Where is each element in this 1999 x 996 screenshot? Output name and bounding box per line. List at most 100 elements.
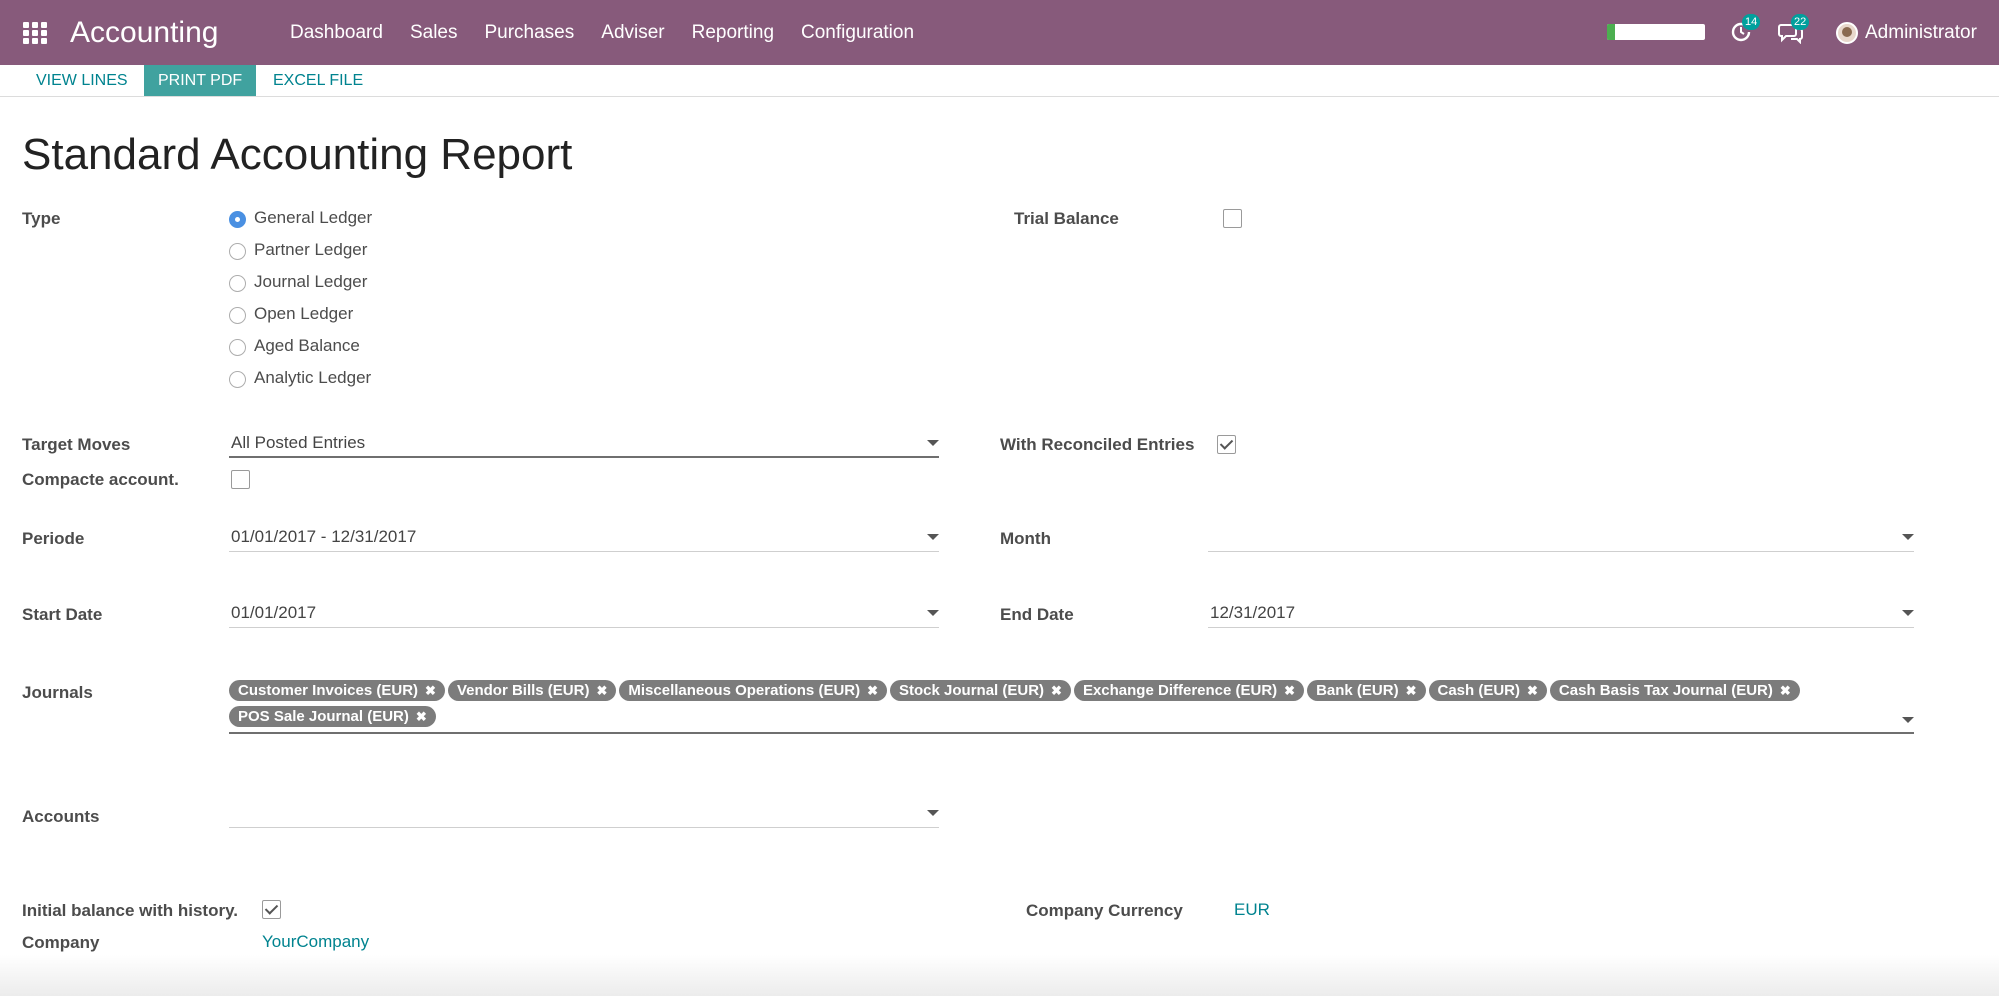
company-value[interactable]: YourCompany xyxy=(262,932,369,952)
remove-tag-icon[interactable]: ✖ xyxy=(1406,683,1417,699)
journals-label: Journals xyxy=(22,683,93,702)
company-currency-value[interactable]: EUR xyxy=(1234,900,1270,920)
journal-tag-label: Stock Journal (EUR) xyxy=(899,682,1045,699)
menu-dashboard[interactable]: Dashboard xyxy=(290,22,383,44)
chevron-down-icon[interactable] xyxy=(1902,717,1914,723)
start-date-input[interactable]: 01/01/2017 xyxy=(229,600,939,628)
initial-balance-checkbox[interactable] xyxy=(262,900,281,919)
accounts-select[interactable] xyxy=(229,800,939,828)
radio-journal-ledger-label: Journal Ledger xyxy=(254,272,368,291)
radio-journal-ledger[interactable] xyxy=(229,275,246,292)
journal-tag-label: Miscellaneous Operations (EUR) xyxy=(628,682,861,699)
radio-open-ledger-label: Open Ledger xyxy=(254,304,354,323)
journal-tag: Cash (EUR) ✖ xyxy=(1428,680,1547,701)
journal-tag: Miscellaneous Operations (EUR) ✖ xyxy=(619,680,888,701)
company-currency-label: Company Currency xyxy=(1026,901,1183,920)
menu-reporting[interactable]: Reporting xyxy=(692,22,774,44)
activity-count-badge: 14 xyxy=(1742,14,1761,30)
radio-analytic-ledger-label: Analytic Ledger xyxy=(254,368,372,387)
with-reconciled-label: With Reconciled Entries xyxy=(1000,435,1195,454)
user-name: Administrator xyxy=(1865,21,1977,43)
remove-tag-icon[interactable]: ✖ xyxy=(1527,683,1538,699)
remove-tag-icon[interactable]: ✖ xyxy=(867,683,878,699)
radio-analytic-ledger[interactable] xyxy=(229,371,246,388)
action-bar: VIEW LINES PRINT PDF EXCEL FILE xyxy=(0,65,1999,97)
chevron-down-icon xyxy=(927,610,939,616)
page-title: Standard Accounting Report xyxy=(22,130,573,179)
with-reconciled-checkbox[interactable] xyxy=(1217,435,1236,454)
radio-general-ledger[interactable] xyxy=(229,211,246,228)
journal-tag: Exchange Difference (EUR) ✖ xyxy=(1073,680,1305,701)
journal-tag: POS Sale Journal (EUR) ✖ xyxy=(229,706,436,727)
user-menu[interactable]: Administrator xyxy=(1836,0,1977,65)
company-label: Company xyxy=(22,933,100,952)
end-date-input[interactable]: 12/31/2017 xyxy=(1208,600,1914,628)
chevron-down-icon xyxy=(927,440,939,446)
apps-grid-icon[interactable] xyxy=(23,22,47,44)
menu-purchases[interactable]: Purchases xyxy=(484,22,574,44)
month-label: Month xyxy=(1000,529,1051,548)
periode-value: 01/01/2017 - 12/31/2017 xyxy=(231,527,417,546)
target-moves-value: All Posted Entries xyxy=(231,433,366,452)
compact-account-label: Compacte account. xyxy=(22,470,179,489)
accounts-label: Accounts xyxy=(22,807,100,826)
compact-account-checkbox[interactable] xyxy=(231,470,250,489)
journal-tag-label: Exchange Difference (EUR) xyxy=(1082,682,1278,699)
chevron-down-icon xyxy=(1902,534,1914,540)
activity-button[interactable]: 14 xyxy=(1729,14,1761,44)
menu-sales[interactable]: Sales xyxy=(410,22,458,44)
journal-tag: Vendor Bills (EUR) ✖ xyxy=(447,680,617,701)
page-bottom-edge xyxy=(0,955,1999,996)
chevron-down-icon xyxy=(1902,610,1914,616)
chevron-down-icon xyxy=(927,534,939,540)
top-navbar: Accounting Dashboard Sales Purchases Adv… xyxy=(0,0,1999,65)
journal-tag-label: Bank (EUR) xyxy=(1316,682,1399,699)
target-moves-select[interactable]: All Posted Entries xyxy=(229,430,939,458)
radio-partner-ledger-label: Partner Ledger xyxy=(254,240,368,259)
periode-label: Periode xyxy=(22,529,85,548)
start-date-value: 01/01/2017 xyxy=(231,603,317,622)
end-date-value: 12/31/2017 xyxy=(1210,603,1296,622)
chevron-down-icon xyxy=(927,810,939,816)
menu-configuration[interactable]: Configuration xyxy=(801,22,914,44)
remove-tag-icon[interactable]: ✖ xyxy=(596,683,607,699)
menu-adviser[interactable]: Adviser xyxy=(601,22,664,44)
view-lines-button[interactable]: VIEW LINES xyxy=(22,65,142,96)
radio-aged-balance-label: Aged Balance xyxy=(254,336,360,355)
excel-file-button[interactable]: EXCEL FILE xyxy=(259,65,377,96)
remove-tag-icon[interactable]: ✖ xyxy=(1051,683,1062,699)
remove-tag-icon[interactable]: ✖ xyxy=(1284,683,1295,699)
trial-balance-label: Trial Balance xyxy=(1014,209,1119,228)
journal-tag-label: Cash Basis Tax Journal (EUR) xyxy=(1558,682,1773,699)
progress-fill xyxy=(1607,24,1615,40)
journal-tag: Cash Basis Tax Journal (EUR) ✖ xyxy=(1549,680,1800,701)
journal-tag: Customer Invoices (EUR) ✖ xyxy=(229,680,445,701)
radio-open-ledger[interactable] xyxy=(229,307,246,324)
type-label: Type xyxy=(22,209,61,228)
onboarding-progress-bar[interactable] xyxy=(1607,24,1705,40)
messages-button[interactable]: 22 xyxy=(1778,14,1810,45)
start-date-label: Start Date xyxy=(22,605,103,624)
trial-balance-checkbox[interactable] xyxy=(1223,209,1242,228)
journal-tag-label: Cash (EUR) xyxy=(1437,682,1521,699)
journal-tag: Bank (EUR) ✖ xyxy=(1307,680,1426,701)
month-select[interactable] xyxy=(1208,524,1914,552)
journal-tag-label: Vendor Bills (EUR) xyxy=(456,682,590,699)
main-menu: Dashboard Sales Purchases Adviser Report… xyxy=(290,0,941,65)
journals-underline xyxy=(229,732,1914,734)
remove-tag-icon[interactable]: ✖ xyxy=(416,709,427,725)
avatar xyxy=(1836,21,1858,44)
journal-tag-label: POS Sale Journal (EUR) xyxy=(238,708,409,725)
radio-partner-ledger[interactable] xyxy=(229,243,246,260)
radio-general-ledger-label: General Ledger xyxy=(254,208,373,227)
periode-select[interactable]: 01/01/2017 - 12/31/2017 xyxy=(229,524,939,552)
end-date-label: End Date xyxy=(1000,605,1074,624)
print-pdf-button[interactable]: PRINT PDF xyxy=(144,65,257,96)
messages-count-badge: 22 xyxy=(1791,14,1810,30)
remove-tag-icon[interactable]: ✖ xyxy=(425,683,436,699)
radio-aged-balance[interactable] xyxy=(229,339,246,356)
app-title: Accounting xyxy=(70,16,219,49)
journal-tag: Stock Journal (EUR) ✖ xyxy=(890,680,1071,701)
remove-tag-icon[interactable]: ✖ xyxy=(1780,683,1791,699)
journals-tags[interactable]: Customer Invoices (EUR) ✖ Vendor Bills (EU… xyxy=(229,680,1914,732)
